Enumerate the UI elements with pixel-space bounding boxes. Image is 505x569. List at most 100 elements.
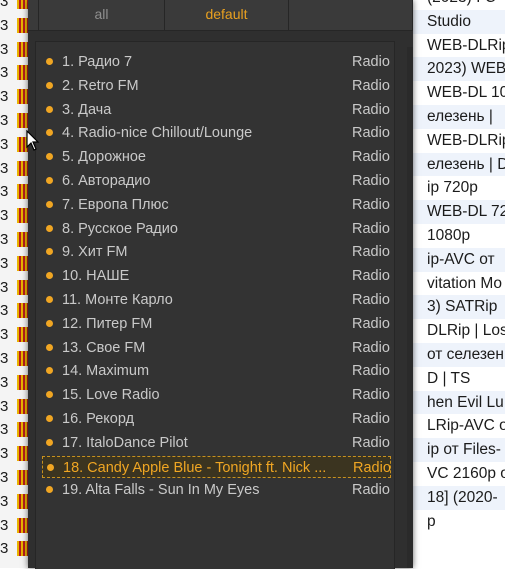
torrent-file-icon <box>17 351 28 366</box>
station-title: 18. Candy Apple Blue - Tonight ft. Nick … <box>63 459 327 476</box>
station-bullet-icon <box>46 105 53 113</box>
station-type: Radio <box>352 411 390 427</box>
station-row[interactable]: 10. НАШЕ Radio <box>42 265 391 287</box>
torrent-file-icon <box>17 517 28 533</box>
list-scrollbar[interactable] <box>407 47 413 568</box>
background-left-row: 3 <box>0 299 28 323</box>
background-left-row: 3 <box>0 442 28 466</box>
background-digit: 3 <box>0 159 9 177</box>
station-row[interactable]: 5. Дорожное Radio <box>42 146 391 168</box>
station-row[interactable]: 12. Питер FM Radio <box>42 313 391 335</box>
station-title: 6. Авторадио <box>62 173 151 189</box>
background-list-row: 3) SATRip <box>413 295 505 320</box>
station-title: 10. НАШЕ <box>62 268 130 285</box>
background-digit: 3 <box>0 326 9 344</box>
station-bullet-icon <box>46 391 53 399</box>
torrent-file-icon <box>17 17 28 33</box>
station-type: Radio <box>353 459 391 476</box>
background-digit: 3 <box>0 40 9 58</box>
station-bullet-icon <box>46 200 53 208</box>
station-bullet-icon <box>46 248 53 256</box>
torrent-file-icon <box>17 41 28 57</box>
torrent-file-icon <box>17 89 28 105</box>
torrent-file-icon <box>17 255 28 271</box>
station-type: Radio <box>352 363 390 380</box>
station-title: 15. Love Radio <box>62 387 160 404</box>
station-bullet-icon <box>46 177 53 184</box>
background-left-row: 3 <box>0 0 28 14</box>
station-bullet-icon <box>46 272 53 280</box>
background-list-row: 2023) WEB- <box>413 57 505 82</box>
background-list-row: 1080p <box>427 227 471 244</box>
background-list-row: (2023) I C <box>413 0 505 10</box>
station-title: 13. Свое FM <box>62 339 146 356</box>
station-type: Radio <box>352 268 390 285</box>
station-type: Radio <box>352 339 390 356</box>
station-type: Radio <box>352 434 390 451</box>
background-left-row: 3 <box>0 490 28 514</box>
station-row[interactable]: 16. Рекорд Radio <box>42 408 391 430</box>
station-row[interactable]: 11. Монте Карло Radio <box>42 289 391 311</box>
torrent-file-icon <box>17 232 28 247</box>
station-row[interactable]: 7. Европа Плюс Radio <box>42 194 391 216</box>
station-type: Radio <box>352 101 390 118</box>
background-left-row: 3 <box>0 276 28 300</box>
background-left-column: 3 3 3 3 3 3 3 3 3 3 3 3 3 3 3 3 3 3 3 3 3 3 3 3 <box>0 0 28 568</box>
tab-default[interactable]: default <box>165 0 289 30</box>
background-digit: 3 <box>0 278 9 296</box>
background-digit: 3 <box>0 254 9 272</box>
station-row[interactable]: 1. Радио 7 Radio <box>42 51 391 73</box>
station-bullet-icon <box>46 296 53 303</box>
background-left-row: 3 <box>0 204 28 228</box>
station-bullet-icon <box>46 367 53 375</box>
station-row[interactable]: 19. Alta Falls - Sun In My Eyes Radio <box>42 479 391 501</box>
station-row[interactable]: 14. Maximum Radio <box>42 360 391 382</box>
background-left-row: 3 <box>0 133 28 157</box>
background-digit: 3 <box>0 183 9 201</box>
station-row[interactable]: 18. Candy Apple Blue - Tonight ft. Nick … <box>42 455 391 478</box>
playlist-tab-bar: all default <box>28 0 413 31</box>
background-digit: 3 <box>0 445 9 463</box>
station-title: 7. Европа Плюс <box>62 196 169 213</box>
background-digit: 3 <box>0 516 9 534</box>
background-digit: 3 <box>0 0 9 10</box>
background-list-row: от селезен <box>413 343 505 367</box>
torrent-file-icon <box>17 541 28 557</box>
background-digit: 3 <box>0 64 9 82</box>
tab-all[interactable]: all <box>38 0 165 30</box>
background-list-row: ip от Files- <box>413 438 505 462</box>
background-list-row: LRip-AVC о <box>427 417 505 435</box>
torrent-file-icon <box>17 0 28 9</box>
background-left-row: 3 <box>0 323 28 347</box>
background-list-row: VC 2160p о <box>427 465 505 482</box>
background-left-row: 3 <box>0 466 28 490</box>
station-row[interactable]: 15. Love Radio Radio <box>42 384 391 406</box>
station-row[interactable]: 17. ItaloDance Pilot Radio <box>42 432 391 454</box>
station-row[interactable]: 3. Дача Radio <box>42 99 391 121</box>
station-title: 9. Хит FM <box>62 244 128 261</box>
station-row[interactable]: 13. Свое FM Radio <box>42 337 391 359</box>
station-type: Radio <box>352 54 390 70</box>
station-type: Radio <box>352 173 390 189</box>
background-left-row: 3 <box>0 371 28 395</box>
tab-empty-slot <box>289 0 413 30</box>
station-type: Radio <box>352 387 390 404</box>
station-type: Radio <box>352 315 390 332</box>
station-title: 19. Alta Falls - Sun In My Eyes <box>62 482 260 499</box>
torrent-file-icon <box>17 303 28 319</box>
background-list-row: 18] (2020- <box>413 485 505 510</box>
background-left-row: 3 <box>0 14 28 38</box>
background-digit: 3 <box>0 492 9 510</box>
background-list-row: WEB-DLRip <box>427 131 505 149</box>
station-row[interactable]: 9. Хит FM Radio <box>42 241 391 263</box>
station-row[interactable]: 8. Русское Радио Radio <box>42 218 391 240</box>
torrent-file-icon <box>17 65 28 81</box>
station-list: 1. Радио 7 Radio 2. Retro FM Radio 3. Дача Ra… <box>35 41 395 569</box>
station-row[interactable]: 2. Retro FM Radio <box>42 75 391 97</box>
torrent-file-icon <box>17 279 28 295</box>
station-row[interactable]: 6. Авторадио Radio <box>42 170 391 192</box>
background-digit: 3 <box>0 421 9 439</box>
background-digit: 3 <box>0 135 9 153</box>
station-row[interactable]: 4. Radio-nice Chillout/Lounge Radio <box>42 122 391 144</box>
background-left-row: 3 <box>0 180 28 204</box>
